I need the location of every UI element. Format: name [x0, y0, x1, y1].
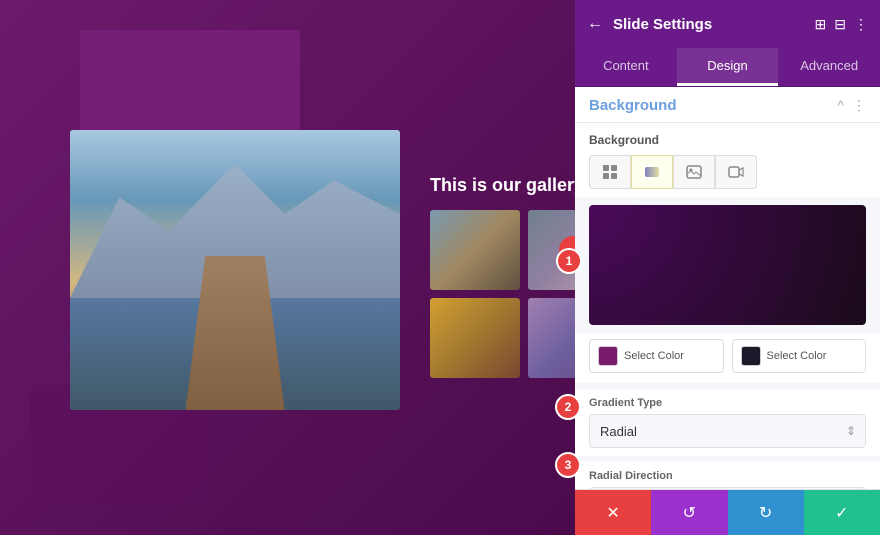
bg-type-image[interactable] [673, 155, 715, 189]
radial-direction-label: Radial Direction [589, 470, 866, 482]
grid-icon[interactable]: ⊞ [815, 16, 827, 33]
section-more-icon[interactable]: ⋮ [852, 97, 866, 114]
main-gallery-image [70, 130, 400, 410]
cancel-button[interactable]: ✕ [575, 490, 651, 535]
bg-type-video[interactable] [715, 155, 757, 189]
background-type-row [575, 151, 880, 197]
color-select-btn-1[interactable]: Select Color [589, 339, 724, 373]
gradient-type-select-wrapper: Radial Linear Conic ⇕ [589, 414, 866, 448]
color-swatch-1 [598, 346, 618, 366]
color-row: Select Color Select Color [575, 333, 880, 383]
panel-content: Background ^ ⋮ Background [575, 87, 880, 489]
redo-button[interactable]: ↻ [728, 490, 804, 535]
slide-settings-panel: ← Slide Settings ⊞ ⊟ ⋮ Content Design Ad… [575, 0, 880, 535]
gradient-type-group: Gradient Type Radial Linear Conic ⇕ [575, 389, 880, 456]
panel-header-icons: ⊞ ⊟ ⋮ [815, 16, 868, 33]
gallery-text: This is our gallery. C [430, 175, 575, 196]
thumbnail-grid [430, 210, 575, 378]
panel-tabs: Content Design Advanced [575, 48, 880, 87]
gradient-type-label: Gradient Type [589, 397, 866, 409]
canvas-area: This is our gallery. C [0, 0, 575, 535]
confirm-button[interactable]: ✓ [804, 490, 880, 535]
radial-direction-group: Radial Direction Top Left Center Top Rig… [575, 462, 880, 489]
gradient-preview [589, 205, 866, 325]
badge-3: 3 [555, 452, 581, 478]
gradient-type-select[interactable]: Radial Linear Conic [589, 414, 866, 448]
section-title: Background [589, 97, 677, 114]
radial-direction-select-wrapper: Top Left Center Top Right Bottom Left Bo… [589, 487, 866, 489]
badge-1: 1 [556, 248, 582, 274]
section-header: Background ^ ⋮ [575, 87, 880, 123]
collapse-icon[interactable]: ^ [837, 97, 844, 114]
background-label: Background [575, 123, 880, 151]
layout-icon[interactable]: ⊟ [834, 16, 846, 33]
thumbnail-3[interactable] [430, 298, 520, 378]
bg-type-gradient[interactable] [631, 155, 673, 189]
back-button[interactable]: ← [587, 15, 603, 33]
panel-footer: ✕ ↺ ↻ ✓ [575, 489, 880, 535]
badge-2: 2 [555, 394, 581, 420]
undo-button[interactable]: ↺ [651, 490, 727, 535]
thumbnail-4[interactable] [528, 298, 575, 378]
color-select-btn-2[interactable]: Select Color [732, 339, 867, 373]
tab-design[interactable]: Design [677, 48, 779, 86]
panel-header: ← Slide Settings ⊞ ⊟ ⋮ [575, 0, 880, 48]
color-swatch-2 [741, 346, 761, 366]
more-icon[interactable]: ⋮ [854, 16, 868, 33]
section-header-icons: ^ ⋮ [837, 97, 866, 114]
color-select-label-2: Select Color [767, 350, 827, 362]
radial-direction-select[interactable]: Top Left Center Top Right Bottom Left Bo… [589, 487, 866, 489]
panel-title: Slide Settings [613, 16, 805, 33]
color-select-label-1: Select Color [624, 350, 684, 362]
tab-content[interactable]: Content [575, 48, 677, 86]
tab-advanced[interactable]: Advanced [778, 48, 880, 86]
thumbnail-1[interactable] [430, 210, 520, 290]
bg-type-pattern[interactable] [589, 155, 631, 189]
